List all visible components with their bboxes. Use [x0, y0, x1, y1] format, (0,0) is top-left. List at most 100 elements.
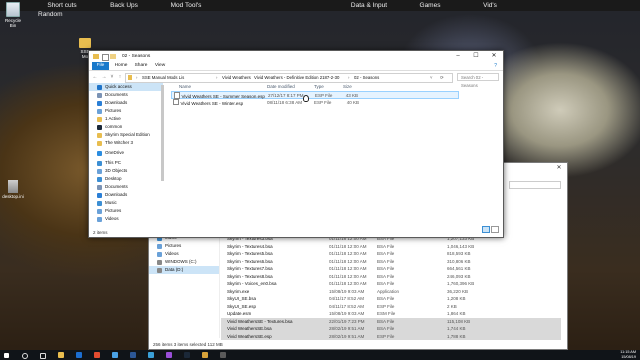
breadcrumb-item[interactable]: Vivid Weathers [222, 74, 251, 82]
sidebar-item[interactable]: Documents [89, 91, 163, 99]
task-view-icon[interactable] [40, 353, 46, 359]
tab-file[interactable]: File [92, 62, 109, 70]
large-icons-view-icon[interactable] [491, 226, 499, 233]
new-folder-icon[interactable] [110, 54, 116, 59]
sidebar-item[interactable]: Pictures [89, 207, 163, 215]
app-icon[interactable] [166, 352, 172, 358]
forward-arrow-icon[interactable]: → [100, 73, 108, 81]
back-file-row[interactable]: Vivid WeathersSE - Textures.bsa 22/01/19 … [221, 317, 561, 325]
file-row[interactable]: Vivid Weathers SE - Winter.esp 08/11/18 6… [171, 98, 459, 107]
back-file-row[interactable]: SkyUI_SE.esp 04/11/17 8:52 AM ESP File 2 KB [221, 303, 561, 311]
toolbar-random[interactable]: Random [38, 11, 63, 18]
window-titlebar[interactable]: 02 - Seasons – ☐ ✕ [89, 51, 503, 62]
explorer-window[interactable]: 02 - Seasons – ☐ ✕ File Home Share View … [88, 50, 504, 238]
back-file-type: BSA File [377, 326, 395, 331]
back-file-row[interactable]: Skyrim - Textures4.bsa 01/11/18 12:00 AM B… [221, 243, 561, 251]
edge-browser-icon[interactable] [76, 352, 82, 358]
sidebar-item[interactable]: Downloads [89, 191, 163, 199]
back-file-date: 28/02/19 9:51 AM [329, 333, 365, 339]
column-date-modified[interactable]: Date modified [267, 83, 295, 91]
system-clock[interactable]: 11:15 AM 15/08/19 [620, 350, 636, 360]
back-file-row[interactable]: Vivid WeathersSE.esp 28/02/19 9:51 AM ESP … [221, 332, 561, 340]
back-file-row[interactable]: SkyUI_SE.bsa 04/11/17 8:52 AM BSA File 1,20… [221, 295, 561, 303]
file-explorer-icon[interactable] [58, 352, 64, 358]
file-row[interactable]: Vivid Weathers SE - Summer Season.esp 27/… [171, 91, 459, 99]
back-file-row[interactable]: Skyrim.exe 15/08/19 9:03 AM Application 36,… [221, 288, 561, 296]
clock-date: 15/08/19 [621, 355, 636, 359]
tab-share[interactable]: Share [133, 62, 149, 70]
steam-icon[interactable] [184, 352, 190, 358]
back-sidebar-item[interactable]: Videos [149, 250, 219, 258]
sidebar-item[interactable]: common [89, 123, 163, 131]
app-icon[interactable] [202, 352, 208, 358]
sidebar-item[interactable]: This PC [89, 159, 163, 167]
sidebar-item[interactable]: 3D Objects [89, 167, 163, 175]
tab-home[interactable]: Home [113, 62, 129, 70]
column-size[interactable]: Size [343, 83, 352, 91]
help-icon[interactable]: ? [494, 63, 497, 69]
sidebar-item[interactable]: Music [89, 199, 163, 207]
app-icon[interactable] [148, 352, 154, 358]
app-icon[interactable] [220, 352, 226, 358]
recycle-bin-shortcut[interactable]: Recycle Bin [2, 2, 24, 28]
sidebar-item[interactable]: Quick access [89, 83, 163, 91]
back-file-row[interactable]: Skyrim - Voices_en0.bsa 01/11/18 12:00 AM… [221, 280, 561, 288]
breadcrumb-item[interactable]: Vivid Weathers - Definitive Edition 2187… [254, 74, 339, 82]
address-bar[interactable]: › SSE Manual Mods Lis › Vivid Weathers ›… [125, 72, 453, 83]
up-arrow-icon[interactable]: ↑ [116, 73, 124, 81]
back-sidebar-item[interactable]: WINDOWS (C:) [149, 258, 219, 266]
sidebar-item[interactable]: OneDrive [89, 149, 163, 157]
chevron-down-icon[interactable]: ˅ [430, 74, 433, 82]
store-icon[interactable] [112, 352, 118, 358]
toolbar-vids[interactable]: Vid's [470, 1, 510, 11]
app-icon[interactable] [130, 352, 136, 358]
column-type[interactable]: Type [314, 83, 324, 91]
back-sidebar-item[interactable]: Data (D:) [149, 266, 219, 274]
back-file-type: BSA File [377, 266, 395, 271]
sidebar-item[interactable]: Videos [89, 215, 163, 223]
refresh-icon[interactable]: ⟳ [440, 74, 444, 82]
maximize-icon[interactable]: ☐ [467, 51, 485, 62]
toolbar-backups[interactable]: Back Ups [98, 1, 150, 11]
back-arrow-icon[interactable]: ← [91, 73, 99, 81]
search-icon[interactable] [22, 353, 28, 359]
firefox-icon[interactable] [94, 352, 100, 358]
column-name[interactable]: Name [179, 83, 191, 91]
view-switcher [481, 226, 499, 235]
back-file-type: BSA File [377, 258, 395, 264]
tab-view[interactable]: View [153, 62, 167, 70]
breadcrumb-item[interactable]: 02 - Seasons [354, 74, 379, 82]
sidebar-item[interactable]: Documents [89, 183, 163, 191]
back-file-row[interactable]: Skyrim - Textures7.bsa 01/11/18 12:00 AM B… [221, 265, 561, 273]
back-file-type: BSA File [377, 273, 395, 279]
sidebar-item[interactable]: Pictures [89, 107, 163, 115]
toolbar-data-input[interactable]: Data & Input [338, 1, 400, 11]
start-windows-icon[interactable] [4, 352, 9, 358]
minimize-icon[interactable]: – [449, 51, 467, 62]
details-view-icon[interactable] [482, 226, 490, 233]
quick-properties-icon[interactable] [102, 54, 109, 61]
back-sidebar-item[interactable]: Pictures [149, 242, 219, 250]
back-file-date: 15/08/19 9:03 AM [329, 311, 365, 316]
toolbar-games[interactable]: Games [410, 1, 450, 11]
sidebar-item[interactable]: 1 Active [89, 115, 163, 123]
sidebar-item[interactable]: Downloads [89, 99, 163, 107]
back-file-row[interactable]: Update.esm 15/08/19 9:03 AM ESM File 1,864 … [221, 310, 561, 318]
sidebar-item[interactable]: Desktop [89, 175, 163, 183]
desktop-ini-shortcut[interactable]: desktop.ini [2, 180, 24, 199]
close-icon[interactable]: ✕ [551, 163, 567, 173]
back-file-row[interactable]: Skyrim - Textures8.bsa 01/11/18 12:00 AM B… [221, 273, 561, 281]
back-file-row[interactable]: Vivid WeathersSE.bsa 28/02/19 9:51 AM BSA … [221, 325, 561, 333]
back-file-row[interactable]: Skyrim - Textures5.bsa 01/11/18 12:00 AM B… [221, 250, 561, 258]
back-file-row[interactable]: Skyrim - Textures6.bsa 01/11/18 12:00 AM B… [221, 258, 561, 266]
sidebar-item[interactable]: Skyrim Special Edition [89, 131, 163, 139]
toolbar-mod-tools[interactable]: Mod Tool's [160, 1, 212, 11]
sidebar-item[interactable]: The Witcher 3 [89, 139, 163, 147]
back-search-box[interactable] [509, 181, 561, 189]
nav-scrollbar[interactable] [161, 85, 164, 181]
recent-locations-icon[interactable]: ˅ [108, 73, 116, 81]
search-input[interactable]: Search 02 - Seasons [457, 72, 499, 88]
breadcrumb-item[interactable]: SSE Manual Mods Lis [142, 74, 184, 82]
close-icon[interactable]: ✕ [485, 51, 503, 62]
toolbar-shortcuts[interactable]: Short cuts [36, 1, 88, 11]
